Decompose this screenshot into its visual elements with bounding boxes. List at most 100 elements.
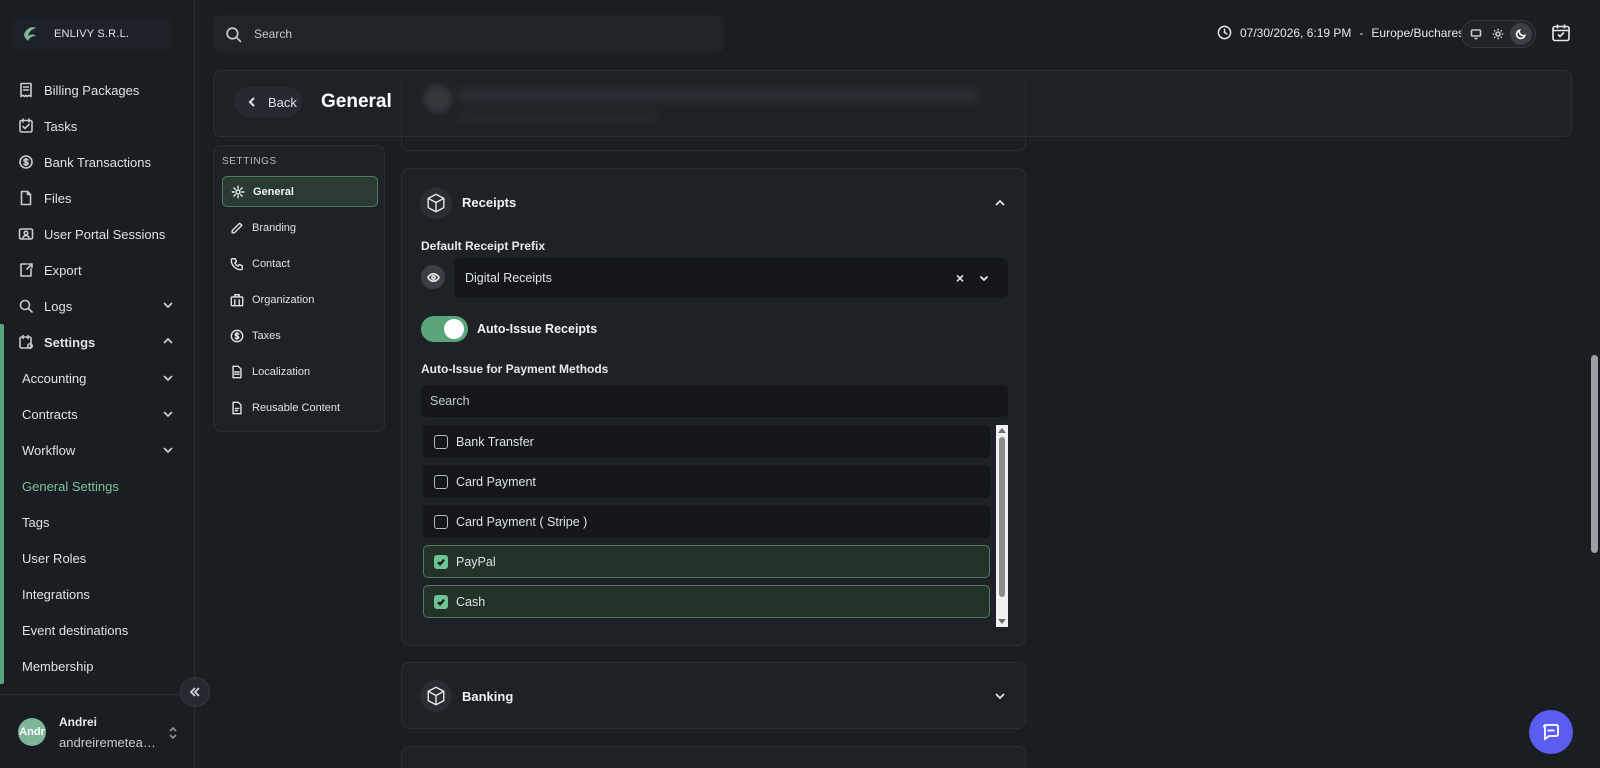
chat-icon	[1541, 722, 1561, 742]
datetime-value: 07/30/2026, 6:19 PM	[1240, 25, 1352, 40]
theme-switcher	[1461, 20, 1536, 48]
search-icon	[225, 26, 242, 43]
global-search-input[interactable]: Search	[213, 15, 724, 53]
settings-tab-contact[interactable]: Contact	[222, 248, 378, 279]
page-scrollbar[interactable]	[1589, 0, 1600, 768]
clear-icon[interactable]: ×	[956, 270, 964, 286]
user-menu[interactable]: Andr Andrei andreiremetean...	[0, 694, 195, 768]
list-item[interactable]: Card Payment ( Stripe )	[423, 505, 990, 538]
sidebar-item-label: Event destinations	[22, 622, 129, 638]
settings-tab-localization[interactable]: Localization	[222, 356, 378, 387]
chevron-down-icon[interactable]	[978, 272, 990, 284]
box-icon	[420, 680, 452, 712]
checkbox[interactable]	[434, 514, 448, 529]
datetime-display: 07/30/2026, 6:19 PM - Europe/Bucharest	[1217, 25, 1467, 40]
chevron-up-icon[interactable]	[993, 196, 1007, 210]
settings-tab-label: Reusable Content	[252, 401, 341, 414]
sidebar-item-integrations[interactable]: Integrations	[0, 576, 195, 612]
phone-icon	[230, 257, 244, 271]
file-icon	[18, 190, 34, 206]
organization-switcher[interactable]: ENLIVY S.R.L.	[12, 18, 172, 50]
chevron-updown-icon[interactable]	[168, 726, 178, 740]
list-item[interactable]: Card Payment	[423, 465, 990, 498]
tasks-icon	[18, 118, 34, 134]
settings-tab-label: Branding	[252, 221, 297, 234]
collapse-sidebar-button[interactable]	[180, 677, 210, 707]
calendar-button[interactable]	[1551, 23, 1573, 45]
sidebar-item-bank-transactions[interactable]: Bank Transactions	[0, 144, 195, 180]
sidebar-item-event-destinations[interactable]: Event destinations	[0, 612, 195, 648]
receipt-prefix-value: Digital Receipts	[465, 271, 552, 285]
sidebar-item-label: Billing Packages	[44, 82, 140, 98]
scroll-up-arrow-icon[interactable]	[998, 428, 1006, 433]
system-theme-button[interactable]	[1465, 23, 1487, 45]
settings-tab-reusable-content[interactable]: Reusable Content	[222, 392, 378, 423]
sidebar-item-user-roles[interactable]: User Roles	[0, 540, 195, 576]
timezone-value: Europe/Bucharest	[1371, 25, 1468, 40]
checkbox[interactable]	[434, 434, 448, 449]
checkbox-checked[interactable]	[434, 554, 448, 569]
chevron-down-icon[interactable]	[161, 298, 175, 312]
sidebar-item-label: Accounting	[22, 370, 87, 386]
sidebar-item-membership[interactable]: Membership	[0, 648, 195, 684]
organization-name: ENLIVY S.R.L.	[54, 28, 130, 40]
auto-issue-toggle[interactable]	[421, 316, 468, 342]
payment-method-label: Cash	[456, 594, 486, 609]
light-theme-button[interactable]	[1487, 23, 1509, 45]
next-settings-card	[401, 746, 1026, 768]
list-item[interactable]: Cash	[423, 585, 990, 618]
brand-logo-icon	[20, 24, 40, 44]
settings-tab-label: Taxes	[252, 329, 281, 342]
preview-button[interactable]	[421, 265, 445, 289]
chevron-left-icon	[246, 96, 258, 108]
search-placeholder: Search	[254, 27, 293, 41]
settings-tab-label: Localization	[252, 365, 311, 378]
settings-tab-organization[interactable]: Organization	[222, 284, 378, 315]
sidebar-item-accounting[interactable]: Accounting	[0, 360, 195, 396]
settings-tab-general[interactable]: General	[222, 176, 378, 207]
chevron-down-icon[interactable]	[161, 443, 175, 457]
sidebar-item-label: Logs	[44, 298, 73, 314]
list-item[interactable]: PayPal	[423, 545, 990, 578]
building-icon	[230, 293, 244, 307]
sidebar-item-tags[interactable]: Tags	[0, 504, 195, 540]
scroll-down-arrow-icon[interactable]	[998, 619, 1006, 624]
sidebar-item-contracts[interactable]: Contracts	[0, 396, 195, 432]
user-name: Andrei	[59, 715, 98, 729]
sidebar-item-general-settings[interactable]: General Settings	[0, 468, 195, 504]
sidebar-item-billing-packages[interactable]: Billing Packages	[0, 72, 195, 108]
sidebar-item-tasks[interactable]: Tasks	[0, 108, 195, 144]
sidebar-item-user-portal-sessions[interactable]: User Portal Sessions	[0, 216, 195, 252]
scrollbar-thumb[interactable]	[999, 437, 1005, 597]
list-scrollbar[interactable]	[996, 425, 1008, 627]
sidebar-item-export[interactable]: Export	[0, 252, 195, 288]
receipt-prefix-select[interactable]: Digital Receipts ×	[454, 258, 1008, 298]
sidebar-item-label: Integrations	[22, 586, 90, 602]
chevron-up-icon[interactable]	[161, 334, 175, 348]
sidebar-item-logs[interactable]: Logs	[0, 288, 195, 324]
bank-icon	[18, 154, 34, 170]
chevron-down-icon[interactable]	[993, 689, 1007, 703]
chevron-down-icon[interactable]	[161, 371, 175, 385]
datetime-separator: -	[1359, 25, 1364, 40]
payment-method-label: Bank Transfer	[456, 434, 534, 449]
sidebar-item-settings[interactable]: Settings	[0, 324, 195, 360]
checkbox[interactable]	[434, 474, 448, 489]
eye-icon	[426, 271, 440, 284]
list-item[interactable]: Bank Transfer	[423, 425, 990, 458]
sidebar-item-files[interactable]: Files	[0, 180, 195, 216]
user-portal-icon	[18, 226, 34, 242]
back-button[interactable]: Back	[234, 87, 302, 117]
dark-theme-button[interactable]	[1509, 23, 1532, 45]
chat-button[interactable]	[1529, 710, 1573, 754]
previous-settings-card	[401, 80, 1026, 151]
sidebar-item-workflow[interactable]: Workflow	[0, 432, 195, 468]
scrollbar-thumb[interactable]	[1591, 355, 1598, 553]
settings-tab-label: Organization	[252, 293, 315, 306]
payment-methods-search-input[interactable]: Search	[421, 385, 1008, 417]
checkbox-checked[interactable]	[434, 594, 448, 609]
banking-card[interactable]: Banking	[401, 662, 1026, 729]
chevron-down-icon[interactable]	[161, 407, 175, 421]
settings-tab-branding[interactable]: Branding	[222, 212, 378, 243]
settings-tab-taxes[interactable]: Taxes	[222, 320, 378, 351]
